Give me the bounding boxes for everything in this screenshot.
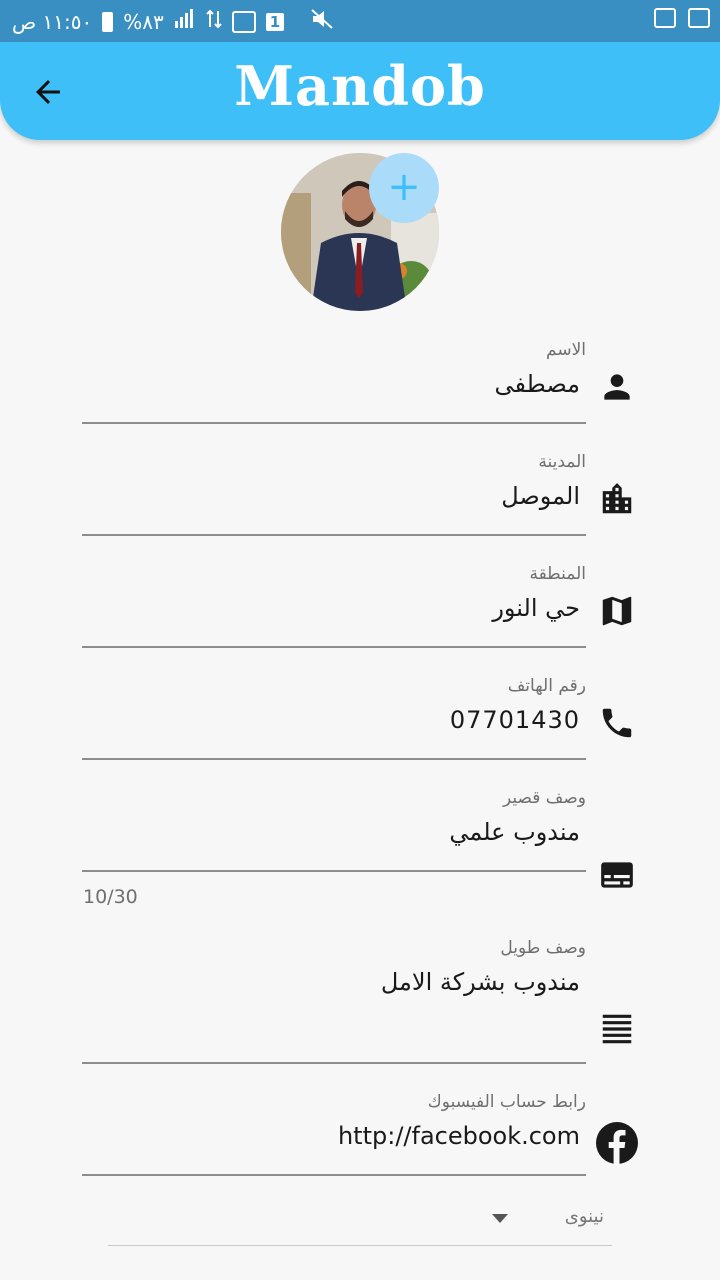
dropdown-underline: [108, 1245, 612, 1246]
city-value[interactable]: الموصل: [501, 482, 580, 510]
profile-photo-section: +: [281, 153, 439, 311]
long-description-field[interactable]: وصف طويل مندوب بشركة الامل: [82, 936, 586, 1066]
notes-icon: [598, 1010, 638, 1050]
long-description-value[interactable]: مندوب بشركة الامل: [381, 968, 580, 996]
map-icon: [598, 592, 638, 632]
app-title: Mandob: [234, 54, 486, 118]
phone-value[interactable]: 07701430: [450, 706, 580, 734]
battery-level: %٨٣: [123, 9, 164, 34]
dropdown-selected-value: نينوى: [564, 1206, 604, 1227]
facebook-value[interactable]: http://facebook.com: [338, 1122, 580, 1150]
app-bar: Mandob: [0, 42, 720, 140]
name-value[interactable]: مصطفى: [495, 370, 581, 398]
signal-icon: [174, 9, 196, 34]
short-description-label: وصف قصير: [502, 788, 586, 808]
area-field[interactable]: المنطقة حي النور: [82, 562, 586, 650]
plus-icon: +: [387, 164, 421, 210]
phone-label: رقم الهاتف: [507, 676, 586, 696]
long-description-label: وصف طويل: [500, 938, 586, 958]
name-underline: [82, 422, 586, 424]
long-description-underline: [82, 1062, 586, 1064]
phone-icon: [598, 704, 638, 744]
facebook-underline: [82, 1174, 586, 1176]
facebook-icon: [596, 1122, 638, 1164]
status-time: ١١:٥٠ ص: [12, 9, 93, 34]
subtitles-icon: [598, 856, 638, 896]
dropdown-arrow-icon: [492, 1214, 508, 1223]
facebook-label: رابط حساب الفيسبوك: [427, 1092, 586, 1112]
char-counter: 10/30: [83, 886, 138, 908]
city-icon: [598, 480, 638, 520]
image-icon: [688, 8, 710, 28]
phone-underline: [82, 758, 586, 760]
short-description-field[interactable]: وصف قصير مندوب علمي: [82, 786, 586, 874]
area-underline: [82, 646, 586, 648]
status-bar: ١١:٥٠ ص %٨٣ 1: [0, 0, 720, 42]
wifi-icon: [654, 8, 676, 28]
mute-icon: [310, 8, 334, 35]
battery-icon: [102, 11, 114, 32]
short-description-value[interactable]: مندوب علمي: [449, 818, 580, 846]
name-label: الاسم: [546, 340, 586, 360]
sim-slot-badge: 1: [265, 12, 285, 31]
short-description-underline: [82, 870, 586, 872]
data-arrows-icon: [206, 9, 222, 34]
signal-box-icon: [231, 10, 256, 33]
phone-field[interactable]: رقم الهاتف 07701430: [82, 674, 586, 762]
add-photo-button[interactable]: +: [369, 153, 439, 223]
name-field[interactable]: الاسم مصطفى: [82, 338, 586, 426]
city-field[interactable]: المدينة الموصل: [82, 450, 586, 538]
city-underline: [82, 534, 586, 536]
area-label: المنطقة: [529, 564, 586, 584]
area-value[interactable]: حي النور: [492, 594, 580, 622]
facebook-field[interactable]: رابط حساب الفيسبوك http://facebook.com: [82, 1090, 586, 1178]
region-dropdown[interactable]: نينوى: [108, 1204, 612, 1246]
city-label: المدينة: [538, 452, 586, 472]
person-icon: [598, 368, 638, 408]
